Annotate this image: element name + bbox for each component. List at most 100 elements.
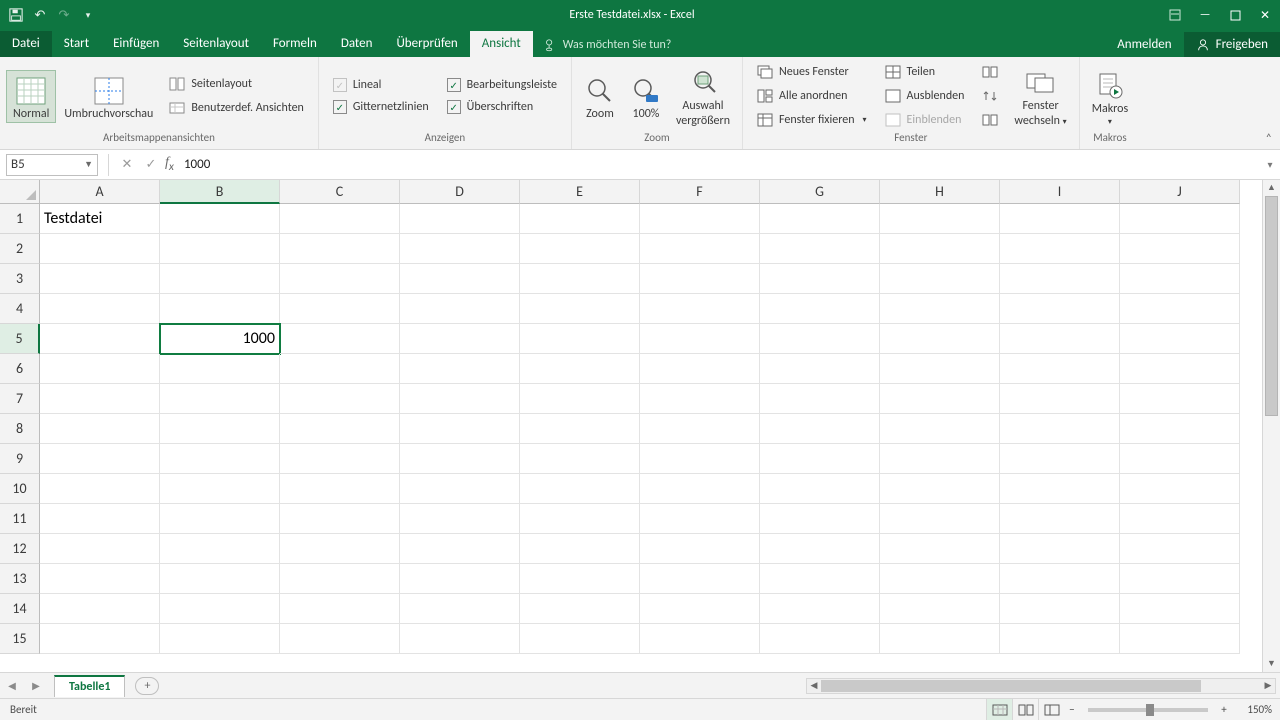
col-header[interactable]: A	[40, 180, 160, 204]
prev-sheet-icon[interactable]: ◀	[0, 679, 24, 692]
cell[interactable]	[160, 504, 280, 534]
cell[interactable]	[640, 204, 760, 234]
row-header[interactable]: 2	[0, 234, 40, 264]
cell[interactable]	[520, 534, 640, 564]
vertical-scrollbar[interactable]: ▲ ▼	[1262, 180, 1280, 672]
cell[interactable]	[1120, 354, 1240, 384]
horizontal-scrollbar[interactable]: ◀ ▶	[806, 678, 1276, 694]
sheet-tab-active[interactable]: Tabelle1	[54, 675, 125, 697]
cell[interactable]	[160, 414, 280, 444]
tab-ansicht[interactable]: Ansicht	[470, 31, 533, 57]
tab-seitenlayout[interactable]: Seitenlayout	[171, 31, 261, 57]
view-custom-views-button[interactable]: Benutzerdef. Ansichten	[165, 99, 308, 117]
cell[interactable]	[1000, 384, 1120, 414]
cell[interactable]	[1120, 504, 1240, 534]
sync-scroll-button[interactable]	[978, 87, 1002, 105]
name-box[interactable]: B5 ▼	[6, 154, 98, 176]
cell[interactable]	[880, 354, 1000, 384]
cell[interactable]	[400, 384, 520, 414]
row-header[interactable]: 14	[0, 594, 40, 624]
cell[interactable]	[160, 474, 280, 504]
zoom-selection-button[interactable]: Auswahl vergrößern	[670, 63, 736, 129]
zoom-percent[interactable]: 150%	[1232, 703, 1280, 716]
cell[interactable]	[520, 234, 640, 264]
col-header[interactable]: B	[160, 180, 280, 204]
cell[interactable]	[40, 414, 160, 444]
tab-einfügen[interactable]: Einfügen	[101, 31, 171, 57]
tab-formeln[interactable]: Formeln	[261, 31, 329, 57]
checkbox-headings[interactable]: ✓Überschriften	[443, 99, 561, 115]
cell[interactable]	[280, 264, 400, 294]
col-header[interactable]: C	[280, 180, 400, 204]
view-page-layout-button[interactable]: Seitenlayout	[165, 75, 308, 93]
switch-windows-button[interactable]: Fenster wechseln ▾	[1008, 63, 1072, 129]
cell[interactable]	[520, 474, 640, 504]
cell[interactable]	[760, 294, 880, 324]
insert-function-icon[interactable]: fx	[163, 155, 180, 174]
new-window-button[interactable]: Neues Fenster	[753, 63, 871, 81]
cell[interactable]	[1000, 444, 1120, 474]
cell[interactable]	[1120, 264, 1240, 294]
view-page-break-icon[interactable]	[1038, 699, 1064, 720]
cell[interactable]	[40, 564, 160, 594]
cell[interactable]	[880, 564, 1000, 594]
row-header[interactable]: 15	[0, 624, 40, 654]
cell[interactable]	[280, 414, 400, 444]
zoom-button[interactable]: Zoom	[578, 71, 622, 122]
expand-formula-bar-icon[interactable]: ▾	[1260, 158, 1280, 171]
cell[interactable]	[1120, 324, 1240, 354]
cell[interactable]	[280, 204, 400, 234]
cell[interactable]	[1120, 624, 1240, 654]
cell[interactable]	[160, 534, 280, 564]
row-header[interactable]: 8	[0, 414, 40, 444]
cell[interactable]	[520, 564, 640, 594]
cell[interactable]	[520, 324, 640, 354]
cell[interactable]	[400, 324, 520, 354]
cell[interactable]	[160, 624, 280, 654]
hide-button[interactable]: Ausblenden	[881, 87, 969, 105]
cell[interactable]	[1000, 234, 1120, 264]
cell[interactable]	[880, 474, 1000, 504]
cell[interactable]	[1000, 534, 1120, 564]
scroll-right-icon[interactable]: ▶	[1261, 679, 1275, 693]
cell[interactable]	[1000, 204, 1120, 234]
view-normal-icon[interactable]	[986, 699, 1012, 720]
cell[interactable]	[280, 594, 400, 624]
cell[interactable]	[760, 204, 880, 234]
cell[interactable]	[760, 354, 880, 384]
cell[interactable]	[1120, 594, 1240, 624]
cell[interactable]	[400, 474, 520, 504]
cell[interactable]	[1000, 354, 1120, 384]
col-header[interactable]: G	[760, 180, 880, 204]
undo-icon[interactable]: ↶	[32, 7, 48, 23]
row-header[interactable]: 3	[0, 264, 40, 294]
cell[interactable]	[40, 294, 160, 324]
scroll-thumb[interactable]	[821, 680, 1201, 692]
cell[interactable]	[40, 624, 160, 654]
cell[interactable]	[400, 594, 520, 624]
cell[interactable]	[760, 384, 880, 414]
cell[interactable]	[760, 474, 880, 504]
close-icon[interactable]: ✕	[1250, 0, 1280, 30]
cell[interactable]	[160, 384, 280, 414]
arrange-all-button[interactable]: Alle anordnen	[753, 87, 871, 105]
cell[interactable]	[880, 624, 1000, 654]
cell[interactable]	[1000, 414, 1120, 444]
cell[interactable]	[40, 264, 160, 294]
cell[interactable]	[520, 354, 640, 384]
cell[interactable]	[1120, 444, 1240, 474]
split-button[interactable]: Teilen	[881, 63, 969, 81]
row-header[interactable]: 12	[0, 534, 40, 564]
macros-button[interactable]: Makros ▾	[1086, 66, 1134, 127]
cell[interactable]	[880, 294, 1000, 324]
zoom-out-button[interactable]: −	[1064, 703, 1080, 716]
cell[interactable]	[1000, 594, 1120, 624]
cell[interactable]	[400, 624, 520, 654]
cell[interactable]	[640, 534, 760, 564]
row-header[interactable]: 1	[0, 204, 40, 234]
cell[interactable]	[880, 504, 1000, 534]
row-header[interactable]: 13	[0, 564, 40, 594]
row-header[interactable]: 6	[0, 354, 40, 384]
cell[interactable]	[40, 534, 160, 564]
cell[interactable]	[520, 624, 640, 654]
